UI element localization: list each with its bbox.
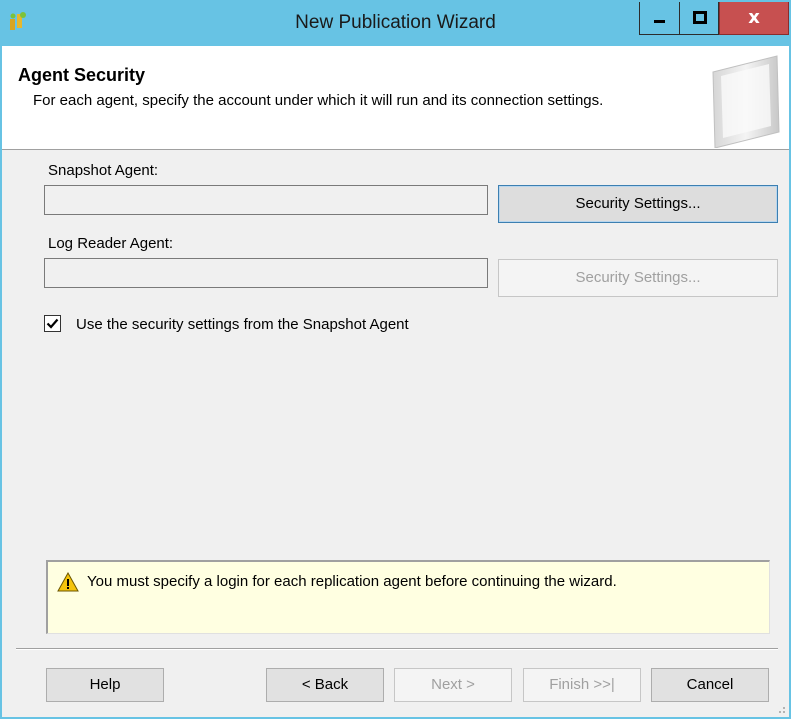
next-button[interactable]: Next > <box>394 668 512 702</box>
close-icon: x <box>748 7 760 28</box>
snapshot-agent-label: Snapshot Agent: <box>48 162 159 179</box>
warning-text: You must specify a login for each replic… <box>87 573 617 590</box>
log-reader-security-settings-button[interactable]: Security Settings... <box>498 259 778 297</box>
log-reader-agent-field[interactable] <box>44 258 488 288</box>
resize-grip-icon[interactable] <box>774 702 786 714</box>
snapshot-security-settings-button[interactable]: Security Settings... <box>498 185 778 223</box>
checkmark-icon <box>46 318 59 329</box>
page-title: Agent Security <box>18 65 146 85</box>
footer-divider <box>16 648 778 650</box>
warning-message-box: You must specify a login for each replic… <box>46 560 770 634</box>
title-bar[interactable]: New Publication Wizard x <box>2 2 789 46</box>
page-description: For each agent, specify the account unde… <box>33 92 604 109</box>
maximize-button[interactable] <box>679 2 719 35</box>
finish-button[interactable]: Finish >>| <box>523 668 641 702</box>
use-snapshot-settings-checkbox[interactable] <box>44 315 61 332</box>
help-button[interactable]: Help <box>46 668 164 702</box>
back-button[interactable]: < Back <box>266 668 384 702</box>
page-header: Agent Security For each agent, specify t… <box>2 46 789 150</box>
book-banner-icon <box>712 55 780 148</box>
minimize-button[interactable] <box>639 2 679 35</box>
use-snapshot-settings-label[interactable]: Use the security settings from the Snaps… <box>76 316 409 333</box>
cancel-button[interactable]: Cancel <box>651 668 769 702</box>
log-reader-agent-label: Log Reader Agent: <box>48 235 174 252</box>
close-button[interactable]: x <box>719 2 789 35</box>
snapshot-agent-field[interactable] <box>44 185 488 215</box>
wizard-window: New Publication Wizard x Agent Security … <box>0 0 791 719</box>
warning-icon <box>57 572 79 592</box>
